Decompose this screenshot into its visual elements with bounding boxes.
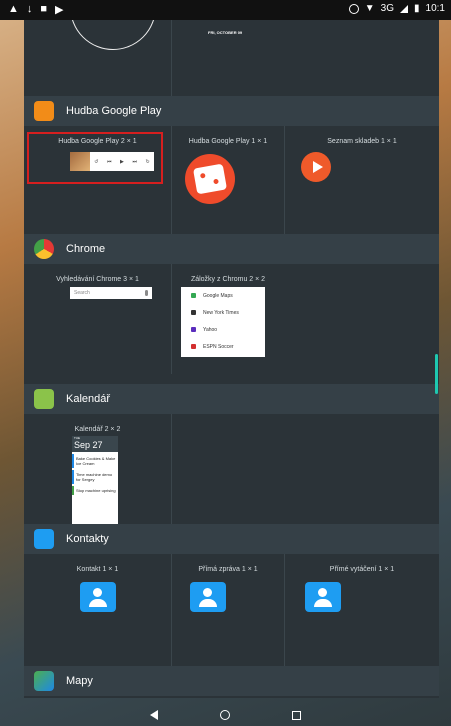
widget-list[interactable]: FRI, OCTOBER 09 Hudba Google Play Hudba …	[24, 20, 439, 698]
date-widget[interactable]: FRI, OCTOBER 09	[208, 30, 242, 35]
widget-label: Seznam skladeb 1 × 1	[327, 138, 397, 145]
section-title-contacts: Kontakty	[66, 533, 109, 545]
widget-label: Vyhledávání Chrome 3 × 1	[56, 276, 139, 283]
clock-widget[interactable]	[70, 20, 156, 50]
calendar-date: Sep 27	[74, 440, 103, 450]
widget-label: Hudba Google Play 1 × 1	[188, 138, 268, 145]
clock-time: 10:1	[425, 3, 445, 14]
bookmark-item: Google Maps	[181, 287, 265, 304]
calendar-event: Time machine demo for Sergey	[72, 470, 118, 484]
widget-calendar[interactable]: Kalendář 2 × 2 TUE Sep 27 Bake Cookies &…	[24, 414, 172, 534]
section-title-calendar: Kalendář	[66, 393, 111, 405]
bookmark-item: Yahoo	[181, 321, 265, 338]
maps-icon	[34, 671, 54, 691]
widget-play-1x1[interactable]: Hudba Google Play 1 × 1	[172, 126, 285, 234]
navigation-bar	[0, 704, 451, 726]
widget-chrome-search[interactable]: Vyhledávání Chrome 3 × 1 Search	[24, 264, 172, 374]
download-icon: ↓	[26, 3, 33, 15]
widget-direct-dial[interactable]: Přímé vytáčení 1 × 1	[285, 554, 439, 666]
signal-icon	[400, 4, 409, 13]
calendar-event: Bake Cookies & Make Ice Cream	[72, 454, 118, 468]
battery-icon: ▮	[414, 3, 420, 14]
section-title-google-play: Hudba Google Play	[66, 105, 162, 117]
widget-label: Kalendář 2 × 2	[74, 426, 121, 433]
calendar-preview: TUE Sep 27 Bake Cookies & Make Ice Cream…	[72, 436, 118, 534]
file-icon: ■	[40, 3, 48, 15]
selection-highlight	[27, 132, 163, 184]
wifi-icon: ▼	[364, 3, 375, 14]
bookmark-item: New York Times	[181, 304, 265, 321]
section-title-chrome: Chrome	[66, 243, 106, 255]
back-icon[interactable]	[150, 710, 158, 720]
scrollbar[interactable]	[435, 354, 438, 394]
widget-contact[interactable]: Kontakt 1 × 1	[24, 554, 172, 666]
widget-label: Záložky z Chromu 2 × 2	[190, 276, 266, 283]
search-placeholder: Search	[74, 290, 90, 296]
mic-icon	[145, 290, 148, 296]
home-icon[interactable]	[220, 710, 230, 720]
play-icon: ▶	[55, 4, 64, 16]
play-icon	[301, 152, 331, 182]
widget-playlist[interactable]: Seznam skladeb 1 × 1	[285, 126, 439, 234]
bookmark-item: ESPN Soccer	[181, 338, 265, 355]
phone-icon	[305, 582, 341, 612]
warning-icon: ▲	[8, 3, 19, 15]
google-play-music-icon	[34, 101, 54, 121]
section-title-maps: Mapy	[66, 675, 93, 687]
chrome-icon	[34, 239, 54, 259]
widget-label: Přímé vytáčení 1 × 1	[329, 566, 395, 573]
calendar-event: Stop machine uprising	[72, 486, 118, 495]
contacts-icon	[34, 529, 54, 549]
widget-direct-message[interactable]: Přímá zpráva 1 × 1	[172, 554, 285, 666]
recent-apps-icon[interactable]	[292, 710, 301, 720]
bookmarks-preview: Google Maps New York Times Yahoo ESPN So…	[181, 287, 265, 357]
contact-icon	[80, 582, 116, 612]
search-input: Search	[70, 287, 152, 299]
network-label: 3G	[380, 3, 395, 14]
status-bar: ▲ ↓ ■ ▶ ▼ 3G ▮ 10:1	[0, 0, 451, 20]
widget-label: Přímá zpráva 1 × 1	[198, 566, 258, 573]
widget-label: Kontakt 1 × 1	[76, 566, 119, 573]
sync-icon	[348, 3, 359, 14]
music-icon	[185, 154, 235, 204]
message-icon	[190, 582, 226, 612]
calendar-icon	[34, 389, 54, 409]
